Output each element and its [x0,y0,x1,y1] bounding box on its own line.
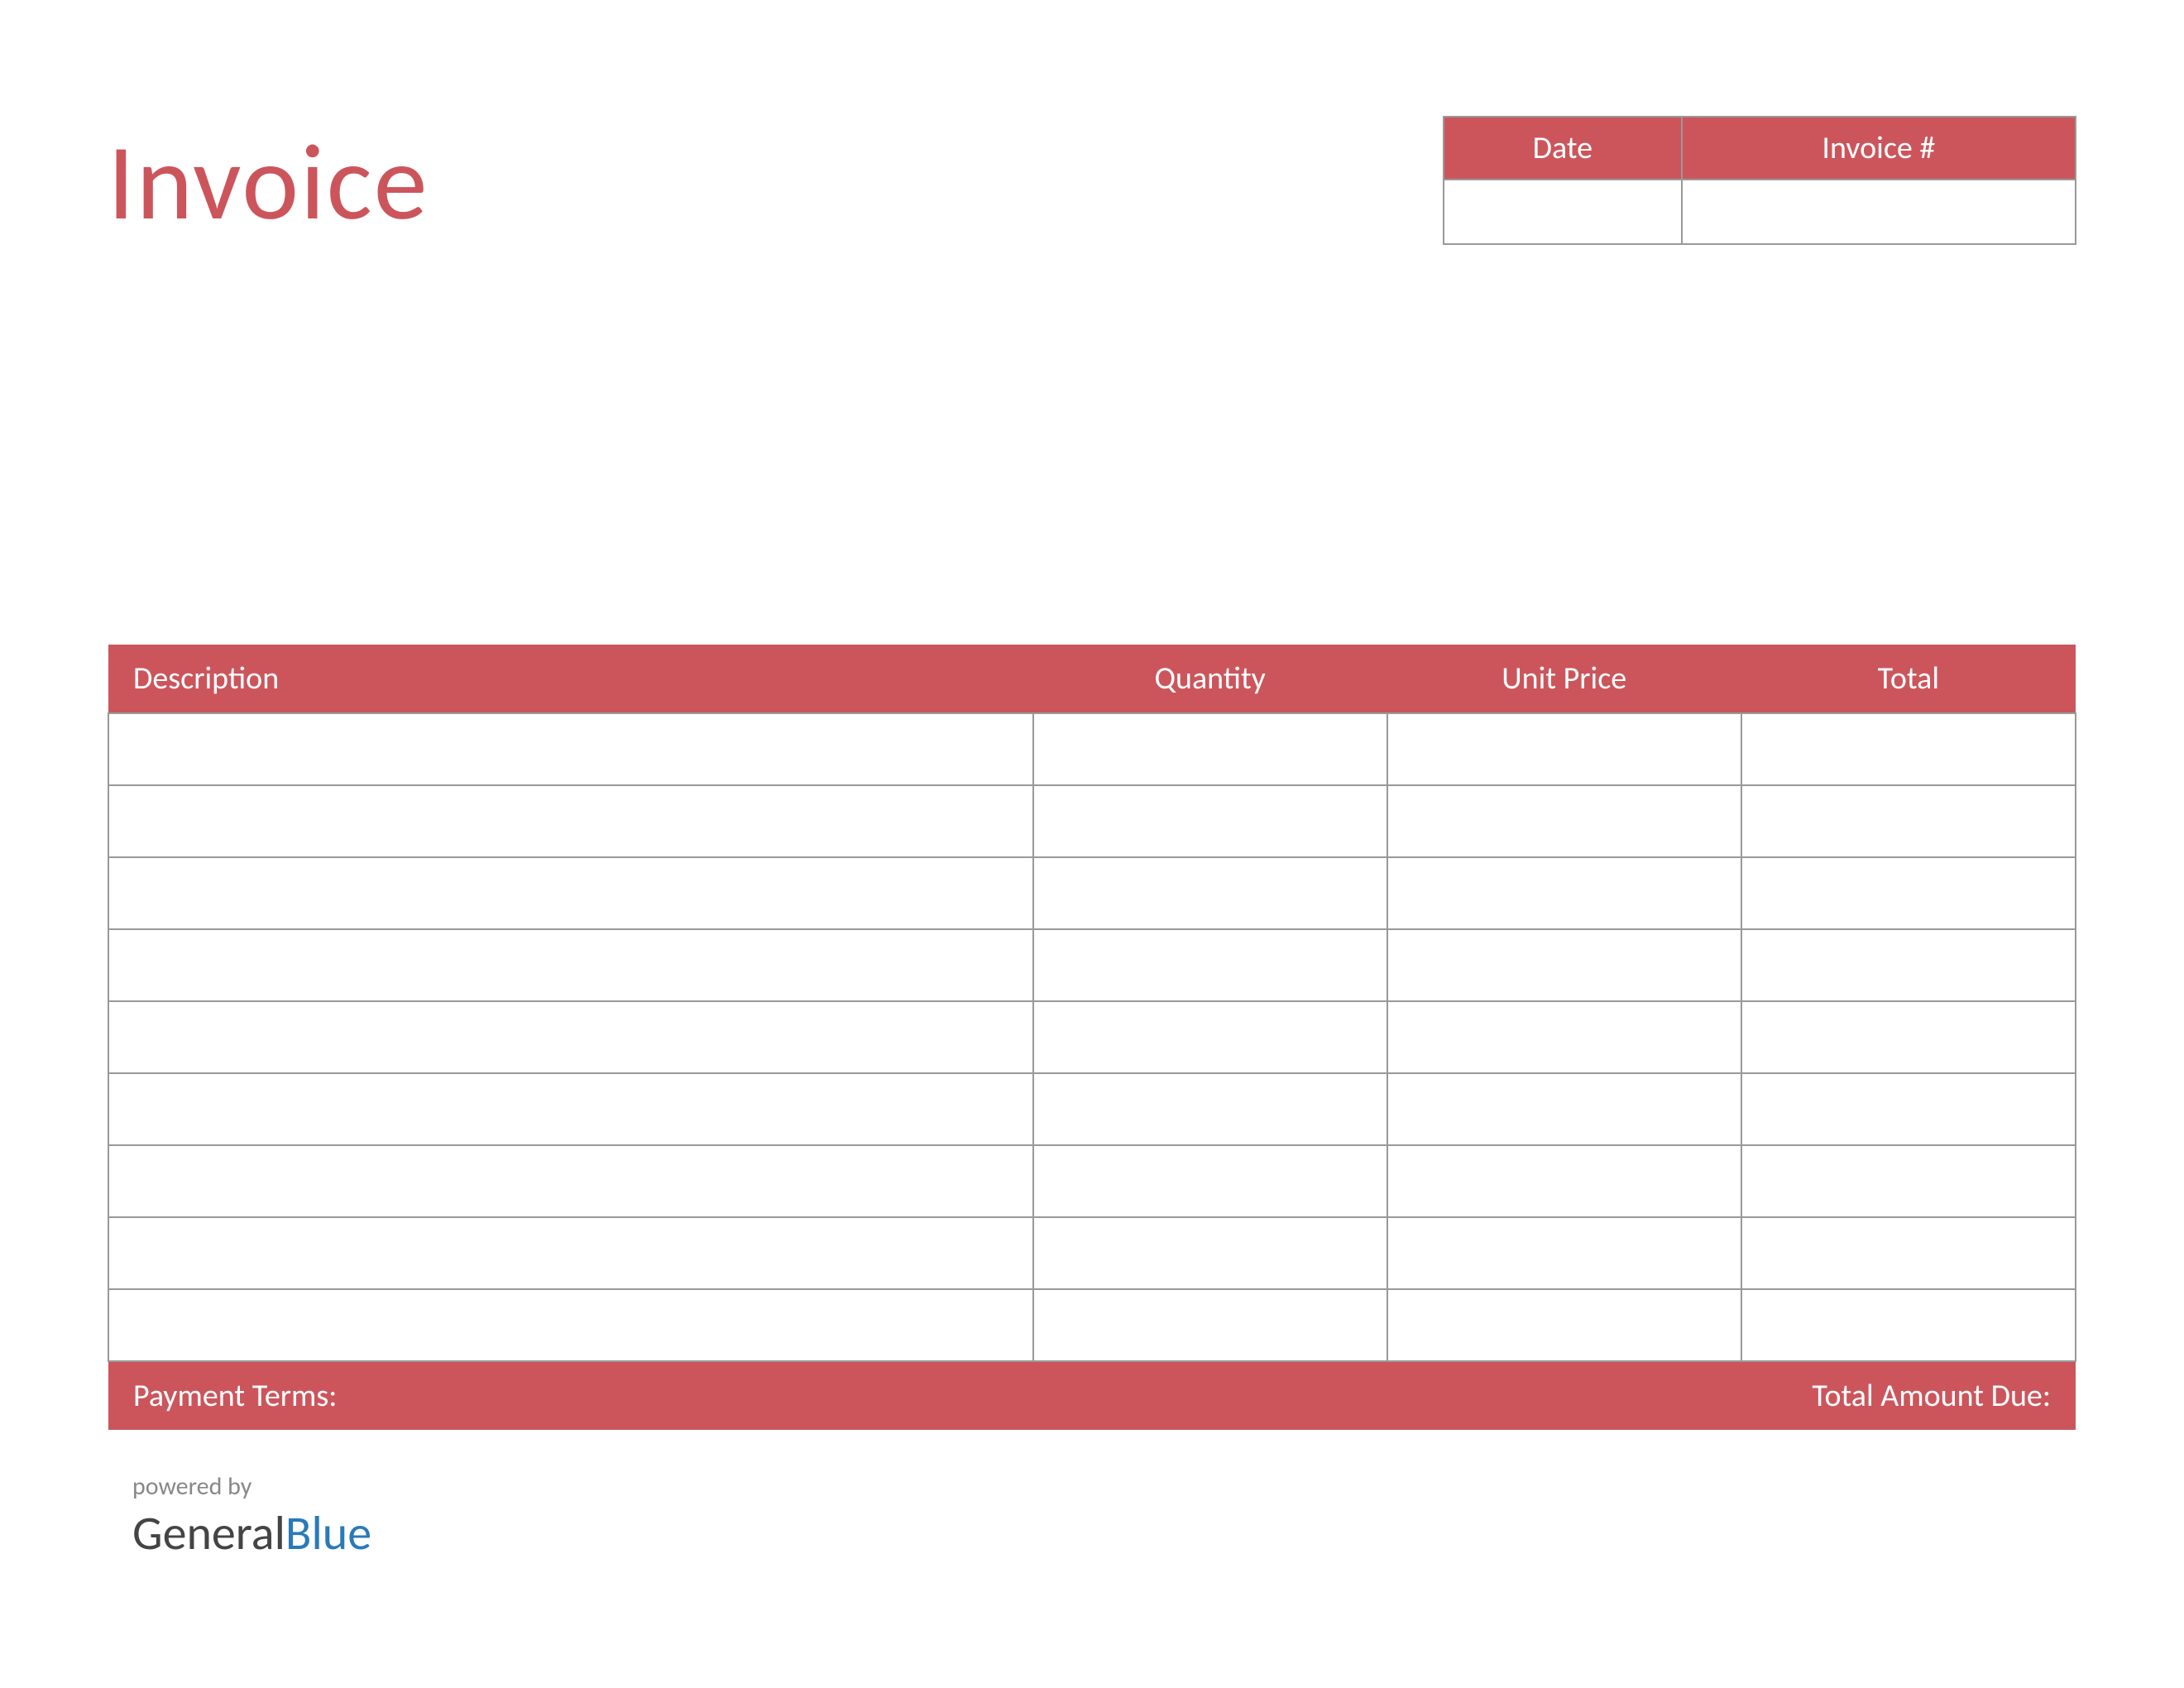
invoice-title: Invoice [108,116,429,247]
description-cell[interactable] [108,1217,1033,1289]
unit-price-column-header: Unit Price [1387,645,1741,713]
brand-name: GeneralBlue [132,1503,2076,1562]
total-cell[interactable] [1741,1145,2076,1217]
quantity-cell[interactable] [1033,1217,1387,1289]
quantity-cell[interactable] [1033,929,1387,1001]
powered-by-label: powered by [132,1471,2076,1502]
unit-price-cell[interactable] [1387,1001,1741,1073]
invoice-number-cell[interactable] [1682,180,2076,244]
quantity-cell[interactable] [1033,713,1387,785]
unit-price-cell[interactable] [1387,1289,1741,1361]
description-cell[interactable] [108,713,1033,785]
table-row [108,1145,2076,1217]
description-cell[interactable] [108,857,1033,929]
invoice-number-header: Invoice # [1682,117,2076,180]
table-row [108,1001,2076,1073]
payment-terms-label: Payment Terms: [108,1361,1387,1430]
table-row [108,1289,2076,1361]
description-cell[interactable] [108,929,1033,1001]
unit-price-cell[interactable] [1387,1073,1741,1145]
quantity-column-header: Quantity [1033,645,1387,713]
description-cell[interactable] [108,1145,1033,1217]
total-column-header: Total [1741,645,2076,713]
description-cell[interactable] [108,1289,1033,1361]
unit-price-cell[interactable] [1387,713,1741,785]
total-cell[interactable] [1741,929,2076,1001]
description-cell[interactable] [108,1001,1033,1073]
total-cell[interactable] [1741,713,2076,785]
unit-price-cell[interactable] [1387,1217,1741,1289]
quantity-cell[interactable] [1033,1145,1387,1217]
line-items-table: Description Quantity Unit Price Total [108,645,2076,1430]
quantity-cell[interactable] [1033,785,1387,857]
date-cell[interactable] [1444,180,1682,244]
brand-part-general: General [132,1503,285,1562]
total-cell[interactable] [1741,857,2076,929]
total-amount-due-label: Total Amount Due: [1387,1361,2076,1430]
table-row [108,1217,2076,1289]
description-cell[interactable] [108,1073,1033,1145]
meta-table: Date Invoice # [1443,116,2076,245]
date-header: Date [1444,117,1682,180]
quantity-cell[interactable] [1033,857,1387,929]
brand-part-blue: Blue [285,1503,371,1562]
total-cell[interactable] [1741,1001,2076,1073]
quantity-cell[interactable] [1033,1001,1387,1073]
total-cell[interactable] [1741,1073,2076,1145]
total-cell[interactable] [1741,785,2076,857]
total-cell[interactable] [1741,1217,2076,1289]
total-cell[interactable] [1741,1289,2076,1361]
unit-price-cell[interactable] [1387,857,1741,929]
quantity-cell[interactable] [1033,1073,1387,1145]
quantity-cell[interactable] [1033,1289,1387,1361]
table-row [108,713,2076,785]
description-cell[interactable] [108,785,1033,857]
unit-price-cell[interactable] [1387,929,1741,1001]
table-row [108,929,2076,1001]
table-row [108,857,2076,929]
unit-price-cell[interactable] [1387,1145,1741,1217]
table-row [108,1073,2076,1145]
table-row [108,785,2076,857]
description-column-header: Description [108,645,1033,713]
unit-price-cell[interactable] [1387,785,1741,857]
footer-brand: powered by GeneralBlue [108,1471,2076,1562]
